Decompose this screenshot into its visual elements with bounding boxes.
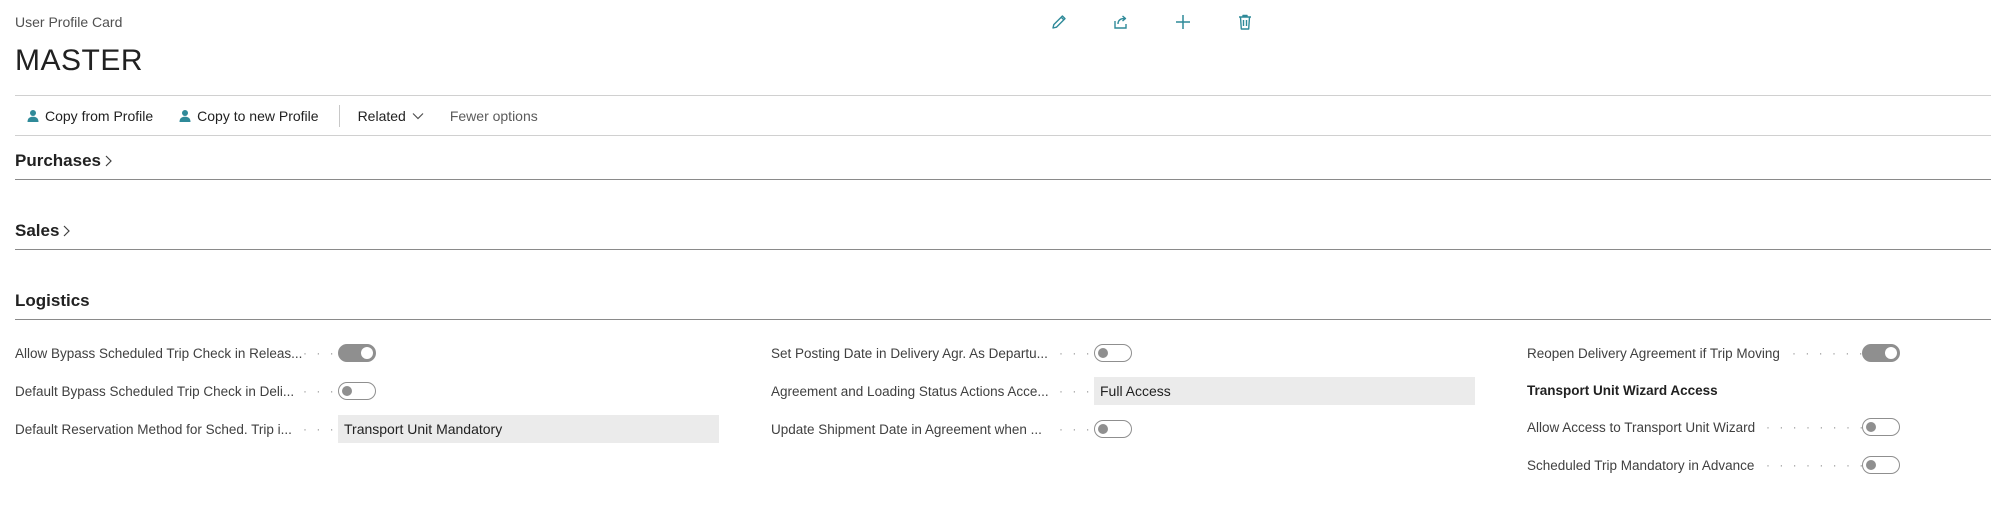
group-caption-row: Transport Unit Wizard Access bbox=[1527, 372, 1947, 408]
copy-from-profile-label: Copy from Profile bbox=[45, 108, 154, 124]
leader-dots: · · · · · · · · · · · · bbox=[1766, 420, 1862, 434]
sales-title: Sales bbox=[15, 221, 60, 240]
section-purchases: Purchases bbox=[15, 151, 1991, 180]
field-row: Allow Bypass Scheduled Trip Check in Rel… bbox=[15, 334, 731, 372]
related-label: Related bbox=[357, 108, 406, 124]
chevron-right-icon bbox=[105, 155, 112, 167]
leader-dots: · · · · bbox=[1059, 384, 1094, 398]
logistics-header[interactable]: Logistics bbox=[15, 291, 1991, 311]
purchases-title: Purchases bbox=[15, 151, 101, 170]
fewer-options-label: Fewer options bbox=[449, 108, 538, 124]
copy-to-new-profile-label: Copy to new Profile bbox=[197, 108, 319, 124]
header-divider bbox=[15, 95, 1991, 96]
fewer-options-button[interactable]: Fewer options bbox=[438, 108, 552, 124]
share-icon[interactable] bbox=[1105, 10, 1137, 34]
copy-from-profile-button[interactable]: Copy from Profile bbox=[15, 108, 167, 124]
copy-to-new-profile-button[interactable]: Copy to new Profile bbox=[167, 108, 332, 124]
leader-dots: · · · · · · · · bbox=[1792, 346, 1862, 360]
update-shipment-date-toggle[interactable] bbox=[1094, 420, 1132, 438]
field-label: Allow Bypass Scheduled Trip Check in Rel… bbox=[15, 345, 303, 361]
person-icon bbox=[179, 110, 191, 122]
field-row: Default Bypass Scheduled Trip Check in D… bbox=[15, 372, 731, 410]
section-divider bbox=[15, 319, 1991, 320]
leader-dots: · · · · bbox=[1059, 422, 1094, 436]
set-posting-date-toggle[interactable] bbox=[1094, 344, 1132, 362]
chevron-down-icon bbox=[412, 113, 424, 120]
default-bypass-toggle[interactable] bbox=[338, 382, 376, 400]
actionbar-divider bbox=[15, 135, 1991, 136]
field-row: Reopen Delivery Agreement if Trip Moving… bbox=[1527, 334, 1947, 372]
section-logistics: Logistics bbox=[15, 291, 1991, 320]
section-divider bbox=[15, 249, 1991, 250]
action-bar: Copy from Profile Copy to new Profile Re… bbox=[15, 104, 552, 128]
reservation-method-field[interactable]: Transport Unit Mandatory bbox=[338, 415, 719, 443]
field-label: Allow Access to Transport Unit Wizard bbox=[1527, 419, 1756, 435]
field-row: Default Reservation Method for Sched. Tr… bbox=[15, 410, 731, 448]
top-action-bar bbox=[1043, 10, 1261, 34]
field-label: Update Shipment Date in Agreement when .… bbox=[771, 421, 1042, 437]
delete-icon[interactable] bbox=[1229, 10, 1261, 34]
field-row: Allow Access to Transport Unit Wizard · … bbox=[1527, 408, 1947, 446]
logistics-column-2: Set Posting Date in Delivery Agr. As Dep… bbox=[771, 334, 1487, 448]
allow-bypass-toggle[interactable] bbox=[338, 344, 376, 362]
leader-dots: · · · · bbox=[303, 422, 338, 436]
add-icon[interactable] bbox=[1167, 10, 1199, 34]
action-separator bbox=[338, 105, 340, 127]
field-label: Set Posting Date in Delivery Agr. As Dep… bbox=[771, 345, 1048, 361]
field-row: Agreement and Loading Status Actions Acc… bbox=[771, 372, 1487, 410]
field-label: Scheduled Trip Mandatory in Advance bbox=[1527, 457, 1755, 473]
purchases-header[interactable]: Purchases bbox=[15, 151, 1991, 171]
leader-dots: · · · · bbox=[303, 384, 338, 398]
field-label: Default Bypass Scheduled Trip Check in D… bbox=[15, 383, 295, 399]
field-label: Default Reservation Method for Sched. Tr… bbox=[15, 421, 292, 437]
field-row: Update Shipment Date in Agreement when .… bbox=[771, 410, 1487, 448]
logistics-title: Logistics bbox=[15, 291, 90, 310]
leader-dots: · · · · bbox=[303, 346, 338, 360]
allow-wizard-access-toggle[interactable] bbox=[1862, 418, 1900, 436]
reopen-delivery-agreement-toggle[interactable] bbox=[1862, 344, 1900, 362]
status-actions-access-field[interactable]: Full Access bbox=[1094, 377, 1475, 405]
leader-dots: · · · · bbox=[1059, 346, 1094, 360]
field-label: Reopen Delivery Agreement if Trip Moving bbox=[1527, 345, 1780, 361]
leader-dots: · · · · · · · · · · · · bbox=[1766, 458, 1862, 472]
field-row: Scheduled Trip Mandatory in Advance · · … bbox=[1527, 446, 1947, 484]
field-row: Set Posting Date in Delivery Agr. As Dep… bbox=[771, 334, 1487, 372]
edit-icon[interactable] bbox=[1043, 10, 1075, 34]
person-icon bbox=[27, 110, 39, 122]
chevron-right-icon bbox=[64, 225, 71, 237]
related-menu[interactable]: Related bbox=[346, 108, 438, 124]
sales-header[interactable]: Sales bbox=[15, 221, 1991, 241]
section-sales: Sales bbox=[15, 221, 1991, 250]
page-title: MASTER bbox=[15, 44, 144, 77]
logistics-column-3: Reopen Delivery Agreement if Trip Moving… bbox=[1527, 334, 1947, 484]
scheduled-trip-mandatory-toggle[interactable] bbox=[1862, 456, 1900, 474]
section-divider bbox=[15, 179, 1991, 180]
page-caption: User Profile Card bbox=[15, 14, 123, 30]
field-label: Agreement and Loading Status Actions Acc… bbox=[771, 383, 1049, 399]
logistics-column-1: Allow Bypass Scheduled Trip Check in Rel… bbox=[15, 334, 731, 448]
group-caption: Transport Unit Wizard Access bbox=[1527, 382, 1718, 398]
